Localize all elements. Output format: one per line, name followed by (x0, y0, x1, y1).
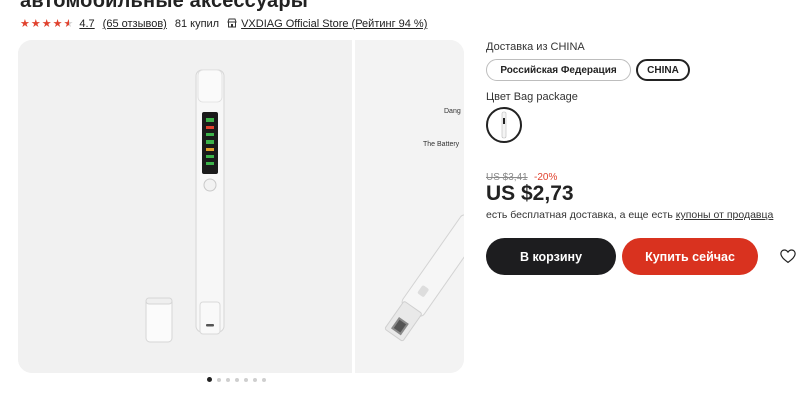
reviews-link[interactable]: (65 отзывов) (103, 18, 167, 30)
buy-now-button[interactable]: Купить сейчас (622, 238, 758, 275)
product-gallery[interactable]: Dang The Battery (18, 40, 464, 373)
sold-count: 81 купил (174, 18, 220, 30)
shipping-info: есть бесплатная доставка, а еще есть куп… (486, 209, 773, 221)
product-image (145, 69, 225, 343)
star-icon: ★ (20, 17, 30, 30)
star-icon: ★ (30, 17, 41, 30)
add-to-cart-button[interactable]: В корзину (486, 238, 616, 275)
gallery-dot[interactable] (226, 377, 230, 382)
product-image-angled (384, 214, 464, 342)
gallery-pagination (207, 377, 266, 382)
gallery-dot[interactable] (253, 377, 257, 382)
gallery-slide-main[interactable] (18, 40, 352, 373)
rating-stars: ★ ★ ★ ★ ★ (20, 17, 74, 30)
shipping-text: есть бесплатная доставка, а еще есть (486, 209, 676, 221)
color-label: Цвет Bag package (486, 91, 578, 103)
gallery-dot[interactable] (235, 377, 239, 382)
star-icon: ★ (41, 17, 52, 30)
product-title: автомобильные аксессуары (20, 0, 309, 12)
delivery-option-russia[interactable]: Российская Федерация (486, 59, 631, 81)
store-icon (227, 18, 237, 31)
color-swatch-bag-package[interactable] (486, 107, 522, 143)
delivery-label: Доставка из CHINA (486, 41, 585, 53)
color-swatch-image (501, 111, 507, 139)
gallery-dot[interactable] (217, 377, 221, 382)
seller-coupons-link[interactable]: купоны от продавца (676, 209, 774, 221)
half-star-icon: ★ (63, 17, 74, 30)
gallery-dot[interactable] (262, 377, 266, 382)
product-meta-row: ★ ★ ★ ★ ★ 4.7 (65 отзывов) 81 купил VXDI… (20, 16, 427, 32)
gallery-slide-next[interactable]: Dang The Battery (355, 40, 464, 373)
star-icon: ★ (52, 17, 63, 30)
current-price: US $2,73 (486, 182, 574, 205)
wishlist-heart-icon[interactable] (779, 247, 797, 265)
store-link[interactable]: VXDIAG Official Store (Рейтинг 94 %) (241, 18, 427, 30)
gallery-dot[interactable] (244, 377, 248, 382)
rating-value[interactable]: 4.7 (79, 18, 94, 30)
gallery-dot-active[interactable] (207, 377, 212, 382)
delivery-option-china[interactable]: CHINA (636, 59, 690, 81)
